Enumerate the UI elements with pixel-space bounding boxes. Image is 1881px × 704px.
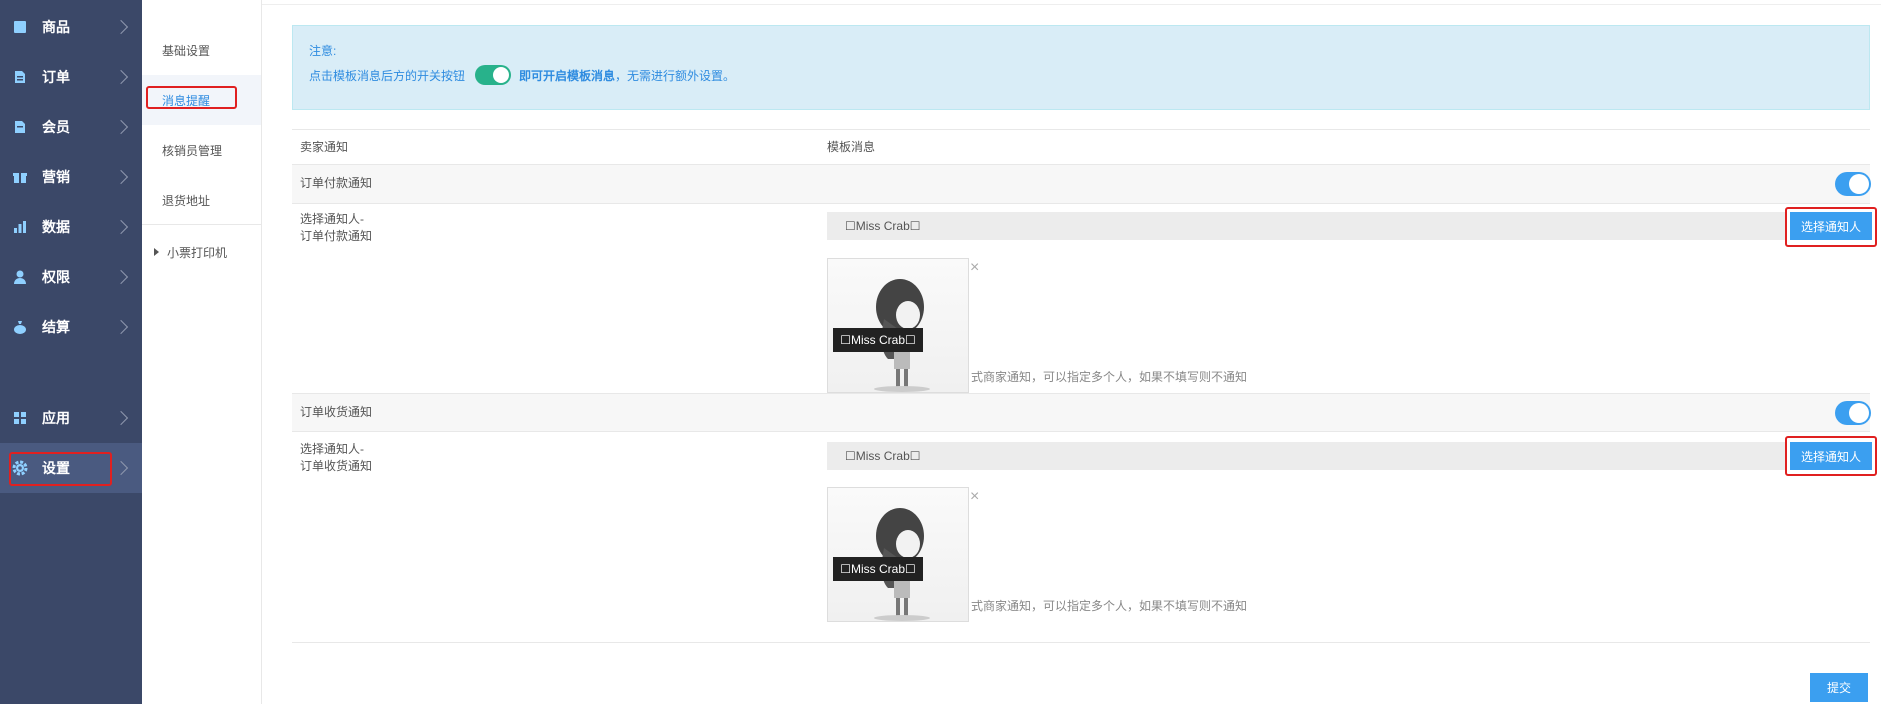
divider [292, 431, 1870, 432]
submenu-basic-settings[interactable]: 基础设置 [142, 25, 261, 75]
notice-text-after: ，无需进行额外设置。 [615, 68, 736, 83]
caret-right-icon [154, 248, 159, 256]
section-row-order-receipt [292, 393, 1870, 431]
submenu-label: 核销员管理 [162, 143, 223, 158]
sidebar-item-members[interactable]: 会员 [0, 102, 142, 152]
bar-chart-icon [12, 219, 28, 235]
close-icon[interactable]: × [970, 488, 979, 506]
column-header-template-message: 模板消息 [827, 140, 876, 154]
sidebar-item-goods[interactable]: 商品 [0, 2, 142, 52]
highlight-box [9, 452, 112, 486]
divider [292, 203, 1870, 204]
notify-label-line1: 选择通知人- [300, 212, 364, 226]
apps-grid-icon [12, 410, 28, 426]
section-title: 订单收货通知 [300, 405, 373, 419]
notice-text: 点击模板消息后方的开关按钮 即可开启模板消息 ，无需进行额外设置。 [309, 65, 735, 85]
section-row-order-payment [292, 165, 1870, 203]
divider [262, 0, 1881, 5]
main-sidebar: 商品 订单 会员 营销 数据 权限 结算 应用 设置 [0, 0, 142, 704]
sidebar-item-orders[interactable]: 订单 [0, 52, 142, 102]
divider [292, 642, 1870, 643]
order-payment-toggle[interactable] [1835, 172, 1871, 196]
avatar-caption: ☐Miss Crab☐ [833, 557, 923, 581]
gift-icon [12, 169, 28, 185]
example-toggle [475, 65, 512, 85]
divider [292, 393, 1870, 394]
sidebar-item-permissions[interactable]: 权限 [0, 252, 142, 302]
chevron-right-icon [113, 119, 129, 135]
chevron-right-icon [113, 19, 129, 35]
submenu-receipt-printer[interactable]: 小票打印机 [142, 227, 261, 277]
avatar-thumbnail: ☐Miss Crab☐ [827, 487, 969, 622]
submenu-verifier-management[interactable]: 核销员管理 [142, 125, 261, 175]
column-header-seller-notify: 卖家通知 [300, 140, 349, 154]
order-receipt-toggle[interactable] [1835, 401, 1871, 425]
avatar-image [874, 279, 930, 392]
notice-box: 注意: 点击模板消息后方的开关按钮 即可开启模板消息 ，无需进行额外设置。 [292, 25, 1870, 110]
sidebar-item-label: 结算 [42, 319, 70, 335]
user-key-icon [12, 269, 28, 285]
notice-text-bold: 即可开启模板消息 [519, 68, 616, 83]
chevron-right-icon [113, 69, 129, 85]
submenu-label: 基础设置 [162, 43, 211, 58]
sidebar-item-label: 营销 [42, 169, 70, 185]
picker-value: ☐Miss Crab☐ [845, 219, 921, 233]
notice-text-before: 点击模板消息后方的开关按钮 [309, 68, 466, 83]
main-content: 注意: 点击模板消息后方的开关按钮 即可开启模板消息 ，无需进行额外设置。 卖家… [262, 0, 1881, 704]
chevron-right-icon [113, 269, 129, 285]
sidebar-item-data[interactable]: 数据 [0, 202, 142, 252]
submit-button[interactable]: 提交 [1810, 673, 1868, 702]
member-card-icon [12, 119, 28, 135]
highlight-box [146, 86, 237, 109]
chevron-right-icon [113, 219, 129, 235]
chevron-right-icon [113, 460, 129, 476]
sidebar-item-label: 订单 [42, 69, 70, 85]
highlight-box [1785, 207, 1877, 247]
picker-value: ☐Miss Crab☐ [845, 449, 921, 463]
notify-person-field[interactable]: ☐Miss Crab☐ [827, 212, 1787, 240]
sidebar-item-marketing[interactable]: 营销 [0, 152, 142, 202]
hint-text: 式商家通知，可以指定多个人，如果不填写则不通知 [971, 370, 1248, 384]
avatar-thumbnail: ☐Miss Crab☐ [827, 258, 969, 393]
submenu-return-address[interactable]: 退货地址 [142, 175, 261, 225]
sidebar-item-settlement[interactable]: 结算 [0, 302, 142, 352]
sidebar-item-label: 数据 [42, 219, 70, 235]
chevron-right-icon [113, 319, 129, 335]
avatar-image [874, 508, 930, 621]
highlight-box [1785, 436, 1877, 476]
box-icon [12, 19, 28, 35]
divider [292, 129, 1870, 130]
close-icon[interactable]: × [970, 259, 979, 277]
submenu-label: 小票打印机 [167, 245, 228, 260]
sidebar-item-apps[interactable]: 应用 [0, 393, 142, 443]
sidebar-item-label: 会员 [42, 119, 70, 135]
notify-person-field[interactable]: ☐Miss Crab☐ [827, 442, 1787, 470]
avatar-caption: ☐Miss Crab☐ [833, 328, 923, 352]
chevron-right-icon [113, 410, 129, 426]
notify-label-line2: 订单收货通知 [300, 459, 373, 473]
settings-submenu: 基础设置 消息提醒 核销员管理 退货地址 小票打印机 [142, 0, 262, 704]
money-bag-icon [12, 319, 28, 335]
notify-label-line1: 选择通知人- [300, 442, 364, 456]
divider [142, 224, 261, 225]
document-icon [12, 69, 28, 85]
sidebar-item-label: 商品 [42, 19, 70, 35]
submenu-label: 退货地址 [162, 193, 211, 208]
sidebar-item-label: 权限 [42, 269, 70, 285]
hint-text: 式商家通知，可以指定多个人，如果不填写则不通知 [971, 599, 1248, 613]
notice-title: 注意: [309, 44, 337, 58]
notify-label-line2: 订单付款通知 [300, 229, 373, 243]
section-title: 订单付款通知 [300, 176, 373, 190]
sidebar-item-label: 应用 [42, 410, 70, 426]
chevron-right-icon [113, 169, 129, 185]
